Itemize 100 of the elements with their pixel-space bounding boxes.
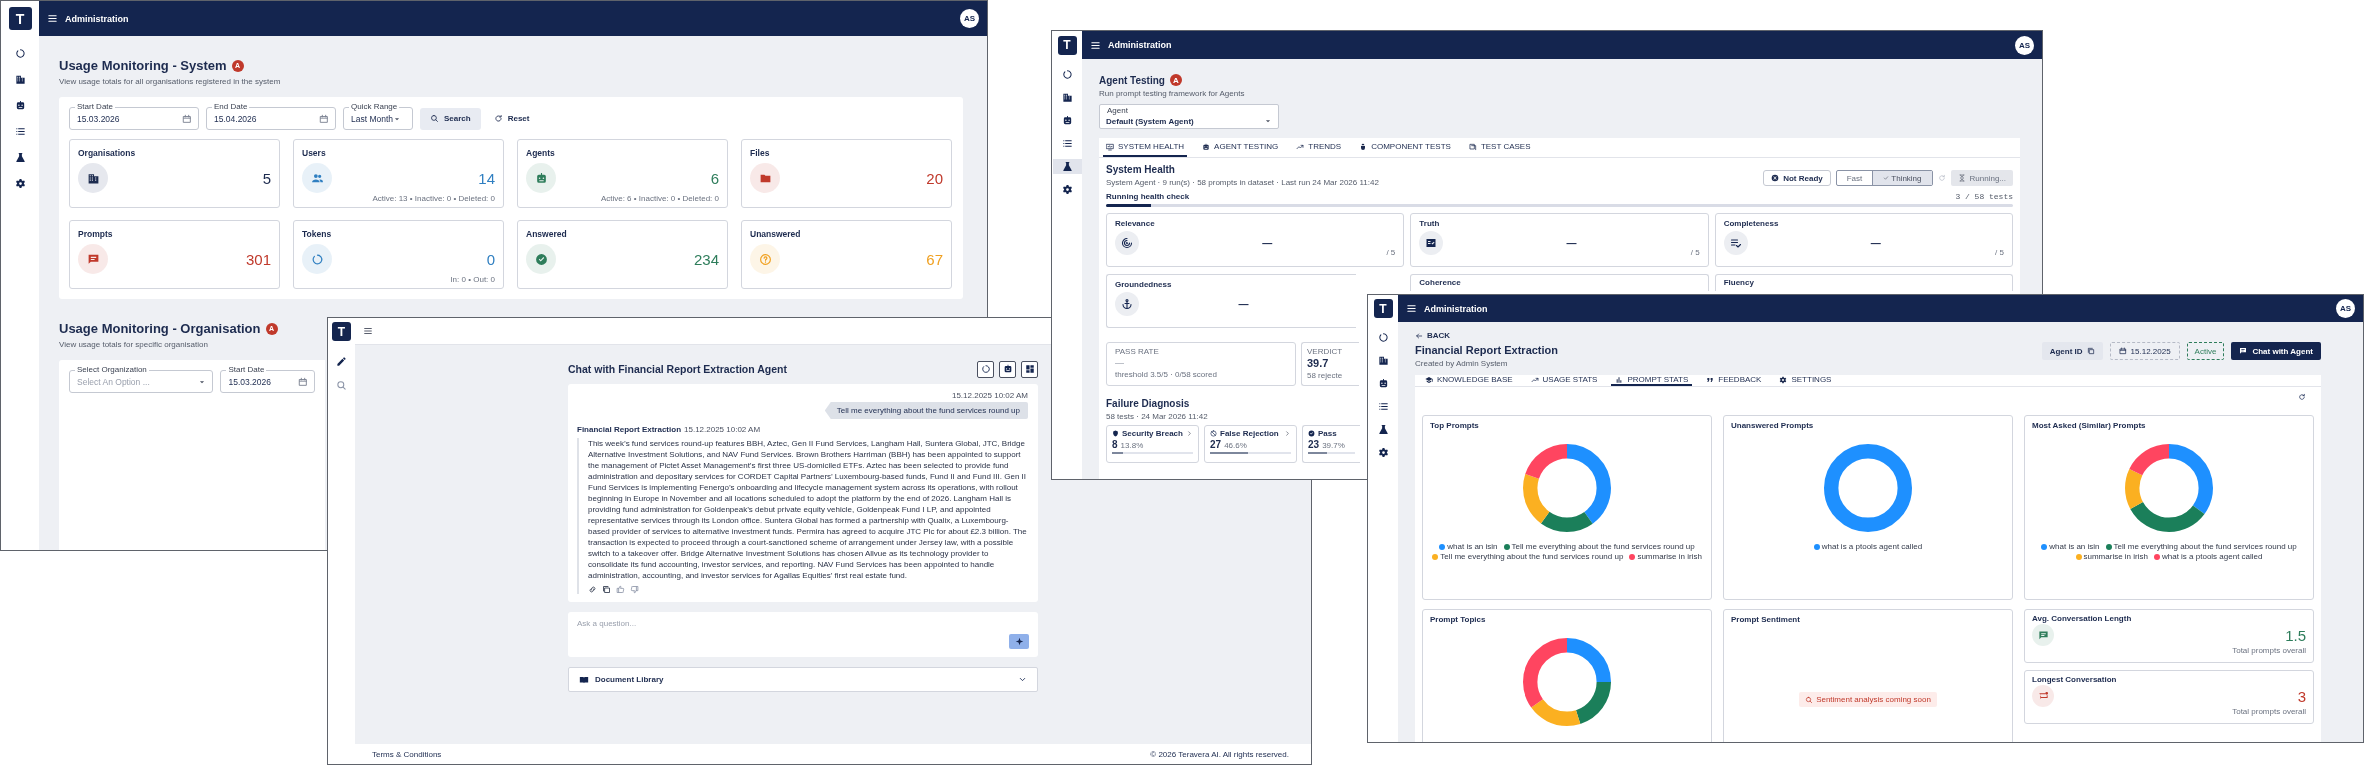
ring-icon [980, 364, 991, 374]
legend-label: Tell me everything about the fund services round up [1511, 542, 1695, 551]
tab[interactable]: KNOWLEDGE BASE [1421, 375, 1517, 386]
copy-icon[interactable] [602, 585, 611, 594]
question-input[interactable]: Ask a question... [577, 618, 877, 629]
chart-title: Most Asked (Similar) Prompts [2032, 421, 2146, 430]
user-avatar[interactable]: AS [960, 9, 979, 28]
document-library-accordion[interactable]: Document Library [568, 667, 1038, 692]
agent-select[interactable]: Agent Default (System Agent) [1099, 104, 1279, 129]
mode-option[interactable]: Fast [1836, 171, 1873, 185]
search-icon[interactable] [334, 378, 349, 393]
logo: T [332, 322, 351, 341]
dashboard-button[interactable] [1021, 360, 1038, 378]
metric-note: Total prompts overall [2232, 707, 2306, 716]
metric-title: Longest Conversation [2032, 675, 2117, 684]
metric-value: 3 [2297, 687, 2306, 705]
menu-icon[interactable] [363, 326, 373, 336]
card-note: 58 rejecte [1307, 371, 1343, 380]
building-icon [78, 163, 108, 193]
stat-value: 14 [478, 169, 495, 187]
legend-label: summarise in irish [2083, 552, 2148, 561]
link-icon[interactable] [588, 585, 597, 594]
chevron-icon[interactable] [1186, 430, 1193, 437]
chat-with-agent-button[interactable]: Chat with Agent [2231, 342, 2321, 360]
calendar-icon[interactable] [298, 376, 308, 387]
calendar-icon [2118, 347, 2127, 355]
arrow-left-icon [1415, 331, 1423, 340]
thumbs-down-icon[interactable] [630, 585, 639, 594]
search-button[interactable]: Search [420, 107, 481, 130]
diagnosis-card[interactable]: False Rejection 27 46.6% [1204, 425, 1297, 463]
menu-icon[interactable] [1406, 303, 1417, 314]
chat-bubble-icon [78, 244, 108, 274]
search-icon [430, 114, 439, 123]
ring-icon [302, 244, 332, 274]
stat-label: Tokens [302, 229, 333, 239]
question-circle-icon [750, 244, 780, 274]
send-button[interactable] [1009, 634, 1029, 649]
legend-label: summarise in irish [1637, 552, 1702, 561]
trend-line-icon [1296, 142, 1305, 151]
chart-title: Prompt Topics [1430, 615, 1486, 624]
refresh-icon[interactable] [2298, 393, 2306, 401]
status-chip: Active [2186, 342, 2225, 360]
agent-id-button[interactable]: Agent ID [2041, 342, 2103, 360]
metric-label: Truth [1419, 219, 1441, 228]
chat-bubble-icon [2032, 624, 2054, 646]
field-label: Quick Range [349, 102, 400, 111]
message-time: 15.12.2025 10:02 AM [684, 425, 761, 434]
refresh-button[interactable] [977, 360, 994, 378]
people-icon [302, 163, 332, 193]
metric-label: Groundedness [1115, 280, 1173, 289]
chart-title: Unanswered Prompts [1731, 421, 1814, 430]
notice-chip: Sentiment analysis coming soon [1799, 692, 1937, 707]
metric-scale: / 5 [1995, 248, 2004, 257]
section-meta: System Agent · 9 run(s) · 58 prompts in dataset · Last run 24 Mar 2026 11:42 [1106, 178, 1379, 187]
metric-label: Coherence [1419, 278, 1462, 287]
user-avatar[interactable]: AS [2336, 299, 2355, 318]
terms-link[interactable]: Terms & Conditions [372, 749, 442, 759]
tab[interactable]: COMPONENT TESTS [1356, 138, 1454, 157]
menu-icon[interactable] [47, 13, 58, 24]
diagnosis-count: 27 [1210, 439, 1222, 450]
diagnosis-card[interactable]: Pass 23 39.7% [1302, 425, 1360, 463]
progress-count: 3 / 58 tests [1955, 192, 2013, 201]
card-value: 39.7 [1307, 358, 1329, 369]
refresh-icon [493, 114, 503, 123]
diagnosis-label: Pass [1318, 429, 1337, 438]
robot-icon [1202, 142, 1211, 151]
back-link[interactable]: BACK [1415, 331, 1451, 340]
diagnosis-share: 13.8% [1120, 441, 1144, 450]
book-icon [579, 674, 589, 685]
diagnosis-label: Security Breach [1122, 429, 1183, 438]
user-avatar[interactable]: AS [2015, 35, 2034, 55]
chevron-icon[interactable] [1018, 675, 1027, 684]
tab[interactable]: FEEDBACK [1702, 375, 1766, 386]
tab[interactable]: USAGE STATS [1526, 375, 1602, 386]
chat-bubble-icon [2239, 347, 2248, 355]
reset-button[interactable]: Reset [487, 107, 536, 130]
robot-button[interactable] [999, 360, 1016, 378]
mode-option[interactable]: Thinking [1872, 171, 1932, 185]
copyright-text: © 2026 Teravera AI. All rights reserved. [1150, 749, 1289, 759]
flask-icon[interactable] [1052, 159, 1082, 174]
tab[interactable]: AGENT TESTING [1199, 138, 1282, 157]
field-label: Start Date [75, 102, 115, 111]
metric-label: Fluency [1723, 278, 1755, 287]
diagnosis-label: False Rejection [1220, 429, 1279, 438]
chevron-icon[interactable] [1284, 430, 1291, 437]
calendar-icon[interactable] [319, 113, 329, 124]
page-title: Usage Monitoring - Organisation [59, 321, 261, 336]
tab[interactable]: TRENDS [1293, 138, 1345, 157]
tab[interactable]: SETTINGS [1775, 375, 1836, 386]
sender-name: Financial Report Extraction [577, 425, 682, 434]
tab[interactable]: TEST CASES [1465, 138, 1534, 157]
menu-icon[interactable] [1090, 39, 1101, 51]
calendar-icon[interactable] [182, 113, 192, 124]
accordion-label: Document Library [595, 675, 664, 684]
diagnosis-card[interactable]: Security Breach 8 13.8% [1106, 425, 1199, 463]
thumbs-up-icon[interactable] [616, 585, 625, 594]
field-label: End Date [212, 102, 250, 111]
page-title: Agent Testing [1099, 74, 1165, 86]
metric-label: Completeness [1723, 219, 1780, 228]
status-button[interactable]: Not Ready [1763, 170, 1831, 186]
